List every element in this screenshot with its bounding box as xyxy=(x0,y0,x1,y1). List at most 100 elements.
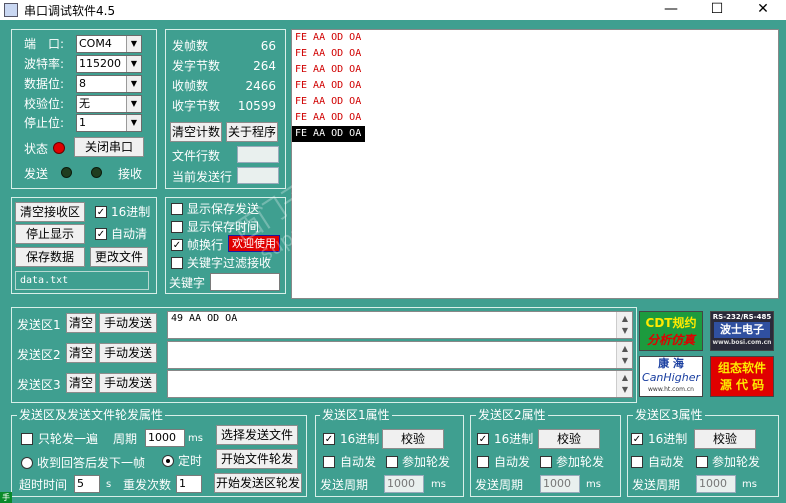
show-save-send-checkbox[interactable] xyxy=(171,203,183,215)
send-area-2-label: 发送区2 xyxy=(17,348,61,362)
send-area-1-scrollbar[interactable]: ▲ ▼ xyxy=(616,312,632,338)
send-area-2-clear-button[interactable]: 清空 xyxy=(66,343,96,363)
keyword-input[interactable] xyxy=(210,273,280,291)
chevron-down-icon: ▼ xyxy=(126,96,141,112)
current-line-label: 当前发送行 xyxy=(172,170,233,184)
show-save-time-checkbox[interactable] xyxy=(171,221,183,233)
kanghai-ad-url: www.ht.com.cn xyxy=(648,386,694,393)
period-input[interactable]: 1000 xyxy=(145,429,185,447)
send-area-3-input[interactable] xyxy=(167,370,633,398)
frame-newline-label: 帧换行 xyxy=(187,238,224,252)
rx-frames-label: 收帧数 xyxy=(172,79,209,93)
file-lines-label: 文件行数 xyxy=(172,149,221,163)
port-select[interactable]: COM4 ▼ xyxy=(76,35,142,53)
area2-auto-checkbox[interactable] xyxy=(477,456,489,468)
send-area-1-clear-button[interactable]: 清空 xyxy=(66,313,96,333)
send-area-2-scrollbar[interactable]: ▲ ▼ xyxy=(616,342,632,368)
send-area-3-clear-button[interactable]: 清空 xyxy=(66,373,96,393)
area3-auto-label: 自动发 xyxy=(648,455,685,469)
area1-hex-label: 16进制 xyxy=(340,432,380,446)
kanghai-ad-banner[interactable]: 康 海 CanHigher www.ht.com.cn xyxy=(639,356,703,397)
send-area-3-scrollbar[interactable]: ▲ ▼ xyxy=(616,371,632,397)
area1-period-label: 发送周期 xyxy=(320,478,369,492)
area1-verify-button[interactable]: 校验 xyxy=(382,429,444,449)
databits-label: 数据位: xyxy=(24,77,65,91)
config-ad-banner[interactable]: 组态软件 源 代 码 xyxy=(710,356,774,397)
keyword-filter-checkbox[interactable] xyxy=(171,257,183,269)
bosi-ad-banner[interactable]: RS-232/RS-485 波士电子 www.bosi.com.cn xyxy=(710,311,774,351)
resend-input[interactable]: 1 xyxy=(176,475,202,493)
area3-join-checkbox[interactable] xyxy=(696,456,708,468)
about-button[interactable]: 关于程序 xyxy=(226,122,278,142)
clear-recv-button[interactable]: 清空接收区 xyxy=(15,202,85,222)
area1-period-input[interactable]: 1000 xyxy=(384,475,424,493)
scroll-down-icon[interactable]: ▼ xyxy=(617,383,633,397)
chevron-down-icon: ▼ xyxy=(126,115,141,131)
area1-hex-checkbox[interactable]: ✓ xyxy=(323,433,335,445)
recv-led-icon xyxy=(91,167,102,178)
change-file-button[interactable]: 更改文件 xyxy=(90,247,148,267)
send-once-checkbox[interactable] xyxy=(21,433,33,445)
receive-display[interactable]: FE AA OD OA FE AA OD OA FE AA OD OA FE A… xyxy=(291,29,779,299)
clear-count-button[interactable]: 清空计数 xyxy=(170,122,222,142)
parity-select[interactable]: 无 ▼ xyxy=(76,95,142,113)
file-name-field: data.txt xyxy=(15,271,149,290)
scroll-down-icon[interactable]: ▼ xyxy=(617,354,633,368)
window-title: 串口调试软件4.5 xyxy=(24,4,116,18)
area3-auto-checkbox[interactable] xyxy=(631,456,643,468)
area2-join-checkbox[interactable] xyxy=(540,456,552,468)
stopbits-label: 停止位: xyxy=(24,116,65,130)
area3-join-label: 参加轮发 xyxy=(712,455,761,469)
cdt-ad-banner[interactable]: CDT规约 分析仿真 xyxy=(639,311,703,351)
area1-join-checkbox[interactable] xyxy=(386,456,398,468)
chevron-down-icon: ▼ xyxy=(126,76,141,92)
area3-hex-checkbox[interactable]: ✓ xyxy=(631,433,643,445)
bosi-ad-url: www.bosi.com.cn xyxy=(712,339,772,346)
send-area-2-input[interactable] xyxy=(167,341,633,369)
area3-period-unit: ms xyxy=(742,479,757,490)
send-area-2-manual-button[interactable]: 手动发送 xyxy=(99,343,157,363)
bottom-corner-icon: 手 xyxy=(0,492,12,503)
tx-bytes-label: 发字节数 xyxy=(172,59,221,73)
area1-auto-checkbox[interactable] xyxy=(323,456,335,468)
auto-clear-checkbox[interactable]: ✓ xyxy=(95,228,107,240)
select-file-button[interactable]: 选择发送文件 xyxy=(216,425,298,445)
send-area-3-manual-button[interactable]: 手动发送 xyxy=(99,373,157,393)
save-data-button[interactable]: 保存数据 xyxy=(15,247,85,267)
area2-hex-checkbox[interactable]: ✓ xyxy=(477,433,489,445)
send-area-1-manual-button[interactable]: 手动发送 xyxy=(99,313,157,333)
area2-verify-button[interactable]: 校验 xyxy=(538,429,600,449)
config-ad-line2: 源 代 码 xyxy=(719,378,765,392)
maximize-icon[interactable]: ☐ xyxy=(694,0,740,20)
wait-reply-radio[interactable] xyxy=(21,457,33,469)
timeout-input[interactable]: 5 xyxy=(74,475,100,493)
show-save-time-label: 显示保存时间 xyxy=(187,220,260,234)
stop-display-button[interactable]: 停止显示 xyxy=(15,224,85,244)
start-area-poll-button[interactable]: 开始发送区轮发 xyxy=(214,473,302,493)
area3-verify-button[interactable]: 校验 xyxy=(694,429,756,449)
timed-label: 定时 xyxy=(178,454,203,468)
send-once-label: 只轮发一遍 xyxy=(38,432,99,446)
send-area-1-input[interactable]: 49 AA OD OA xyxy=(167,311,633,339)
area2-auto-label: 自动发 xyxy=(494,455,531,469)
baud-select[interactable]: 115200 ▼ xyxy=(76,55,142,73)
databits-select[interactable]: 8 ▼ xyxy=(76,75,142,93)
app-icon xyxy=(4,3,18,17)
stopbits-select[interactable]: 1 ▼ xyxy=(76,114,142,132)
area2-join-label: 参加轮发 xyxy=(556,455,605,469)
recv-hex-checkbox[interactable]: ✓ xyxy=(95,206,107,218)
area3-period-input[interactable]: 1000 xyxy=(696,475,736,493)
close-icon[interactable]: ✕ xyxy=(740,0,786,20)
scroll-down-icon[interactable]: ▼ xyxy=(617,324,633,338)
minimize-icon[interactable]: — xyxy=(648,0,694,20)
port-label: 端 口: xyxy=(24,37,65,51)
start-file-poll-button[interactable]: 开始文件轮发 xyxy=(216,449,298,469)
timed-radio[interactable] xyxy=(162,455,174,467)
auto-clear-label: 自动清 xyxy=(111,227,148,241)
area2-period-input[interactable]: 1000 xyxy=(540,475,580,493)
frame-newline-checkbox[interactable]: ✓ xyxy=(171,239,183,251)
status-led-icon xyxy=(53,142,65,154)
rx-bytes-label: 收字节数 xyxy=(172,99,221,113)
recv-hex-label: 16进制 xyxy=(111,205,151,219)
close-port-button[interactable]: 关闭串口 xyxy=(74,137,144,157)
